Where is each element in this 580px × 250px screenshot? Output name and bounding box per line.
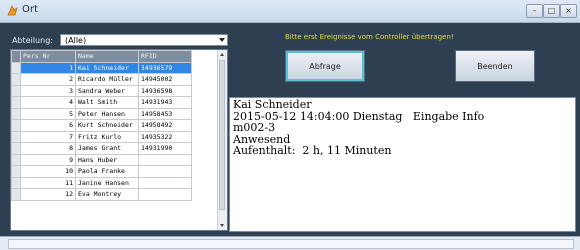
- cell-rfid: 14936598: [138, 84, 192, 97]
- table-row[interactable]: 1 Kai Schneider 14936579: [11, 61, 192, 74]
- department-value: (Alle): [65, 36, 87, 45]
- table-row[interactable]: 10 Paola Franke: [11, 165, 192, 178]
- app-icon: [7, 5, 18, 16]
- status-bar: [0, 236, 580, 250]
- scroll-down-icon[interactable]: [220, 224, 224, 227]
- close-button[interactable]: ×: [560, 4, 577, 18]
- cell-nr: 11: [20, 176, 76, 189]
- cell-rfid: 14958453: [138, 107, 192, 120]
- row-header[interactable]: [11, 130, 21, 143]
- cell-rfid: [138, 188, 192, 201]
- row-header[interactable]: [11, 61, 21, 74]
- table-row[interactable]: 8 James Grant 14931990: [11, 142, 192, 155]
- status-panel: [8, 239, 574, 249]
- chevron-down-icon[interactable]: [219, 38, 225, 42]
- cell-rfid: 14931943: [138, 96, 192, 109]
- cell-rfid: [138, 153, 192, 166]
- cell-name: Peter Hansen: [75, 107, 139, 120]
- cell-nr: 1: [20, 61, 76, 74]
- maximize-button[interactable]: □: [543, 4, 560, 18]
- department-select[interactable]: (Alle): [60, 34, 228, 46]
- cell-nr: 12: [20, 188, 76, 201]
- cell-rfid: 14958492: [138, 119, 192, 132]
- cell-rfid: 14936579: [138, 61, 192, 74]
- row-header[interactable]: [11, 96, 21, 109]
- employee-grid[interactable]: Pers Nr Name RFID 1 Kai Schneider 14936579…: [10, 49, 228, 231]
- minimize-icon: –: [532, 6, 537, 15]
- row-header[interactable]: [11, 176, 21, 189]
- cell-name: Eva Montrey: [75, 188, 139, 201]
- cell-name: Fritz Kurlo: [75, 130, 139, 143]
- minimize-button[interactable]: –: [526, 4, 543, 18]
- cell-name: Walt Smith: [75, 96, 139, 109]
- cell-name: Sandra Weber: [75, 84, 139, 97]
- scroll-up-icon[interactable]: [220, 53, 224, 56]
- column-header-rfid[interactable]: RFID: [138, 50, 192, 63]
- cell-rfid: [138, 176, 192, 189]
- cell-nr: 10: [20, 165, 76, 178]
- cell-nr: 2: [20, 73, 76, 86]
- table-row[interactable]: 3 Sandra Weber 14936598: [11, 84, 192, 97]
- title-bar: Ort – □ ×: [0, 0, 580, 23]
- table-row[interactable]: 9 Hans Huber: [11, 153, 192, 166]
- scroll-thumb[interactable]: [219, 60, 225, 210]
- info-duration: Aufenthalt: 2 h, 11 Minuten: [233, 144, 392, 157]
- table-row[interactable]: 2 Ricardo Müller 14945002: [11, 73, 192, 86]
- cell-rfid: [138, 165, 192, 178]
- cell-name: Hans Huber: [75, 153, 139, 166]
- cell-nr: 5: [20, 107, 76, 120]
- cell-nr: 7: [20, 130, 76, 143]
- info-event: 2015-05-12 14:04:00 Dienstag Eingabe Inf…: [233, 109, 485, 123]
- cell-rfid: 14931990: [138, 142, 192, 155]
- row-header-corner: [11, 50, 21, 63]
- cell-name: Ricardo Müller: [75, 73, 139, 86]
- table-row[interactable]: 5 Peter Hansen 14958453: [11, 107, 192, 120]
- cell-name: Paola Franke: [75, 165, 139, 178]
- cell-name: Kai Schneider: [75, 61, 139, 74]
- cell-nr: 3: [20, 84, 76, 97]
- cell-name: Kurt Schneider: [75, 119, 139, 132]
- department-label: Abteilung:: [12, 36, 53, 45]
- grid-scrollbar[interactable]: [217, 50, 227, 230]
- exit-button[interactable]: Beenden: [455, 50, 535, 82]
- cell-rfid: 14945002: [138, 73, 192, 86]
- table-row[interactable]: 11 Janine Hansen: [11, 176, 192, 189]
- table-row[interactable]: 6 Kurt Schneider 14958492: [11, 119, 192, 132]
- grid-header: Pers Nr Name RFID: [11, 50, 192, 63]
- employee-info-box: Kai Schneider 2015-05-12 14:04:00 Dienst…: [229, 97, 576, 232]
- row-header[interactable]: [11, 153, 21, 166]
- row-header[interactable]: [11, 188, 21, 201]
- info-name: Kai Schneider: [233, 98, 312, 111]
- transfer-hint: Bitte erst Ereignisse vom Controller übe…: [285, 33, 454, 41]
- cell-name: Janine Hansen: [75, 176, 139, 189]
- row-header[interactable]: [11, 84, 21, 97]
- table-row[interactable]: 4 Walt Smith 14931943: [11, 96, 192, 109]
- cell-name: James Grant: [75, 142, 139, 155]
- maximize-icon: □: [547, 6, 556, 15]
- cell-nr: 4: [20, 96, 76, 109]
- column-header-nr[interactable]: Pers Nr: [20, 50, 76, 63]
- query-button[interactable]: Abfrage: [285, 50, 365, 82]
- cell-nr: 9: [20, 153, 76, 166]
- close-icon: ×: [565, 6, 572, 15]
- column-header-name[interactable]: Name: [75, 50, 139, 63]
- cell-nr: 6: [20, 119, 76, 132]
- row-header[interactable]: [11, 142, 21, 155]
- table-row[interactable]: 7 Fritz Kurlo 14935322: [11, 130, 192, 143]
- row-header[interactable]: [11, 107, 21, 120]
- cell-nr: 8: [20, 142, 76, 155]
- row-header[interactable]: [11, 73, 21, 86]
- cell-rfid: 14935322: [138, 130, 192, 143]
- info-location: m002-3: [233, 121, 276, 134]
- table-row[interactable]: 12 Eva Montrey: [11, 188, 192, 201]
- row-header[interactable]: [11, 165, 21, 178]
- row-header[interactable]: [11, 119, 21, 132]
- window-title: Ort: [22, 4, 38, 15]
